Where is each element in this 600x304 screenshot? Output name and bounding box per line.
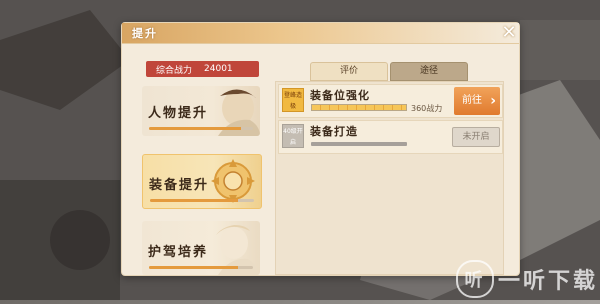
locked-button: 未开启 [452, 127, 500, 147]
close-icon: ✕ [501, 22, 517, 43]
tab-evaluation[interactable]: 评价 [310, 62, 388, 81]
rating-badge: 登峰造极 [282, 88, 304, 112]
goto-label: 前往 [462, 95, 482, 106]
enhance-panel: 提升 ✕ 综合战力 24001 评价 途径 人物提升 装备提升 护驾培养 登峰造… [121, 22, 520, 276]
category-progress [149, 266, 253, 269]
panel-title: 提升 [132, 27, 158, 40]
category-label: 护驾培养 [148, 245, 209, 260]
close-button[interactable]: ✕ [501, 22, 517, 43]
item-progress-fill [312, 105, 406, 110]
category-progress-fill [150, 199, 239, 202]
category-equipment[interactable]: 装备提升 [142, 154, 262, 209]
title-bar: 提升 ✕ [122, 23, 519, 44]
category-label: 装备提升 [149, 178, 210, 193]
category-progress [149, 127, 253, 130]
list-item: 40级开启 装备打造 未开启 [278, 120, 503, 154]
item-progress-bar [311, 104, 407, 111]
watermark-logo: 听 一听下载 [455, 260, 598, 298]
unlock-level-badge: 40级开启 [282, 124, 304, 148]
tab-path[interactable]: 途径 [390, 62, 468, 81]
item-title: 装备打造 [310, 125, 358, 138]
category-progress-fill [149, 127, 241, 130]
combat-power-value: 24001 [204, 64, 233, 74]
combat-power-box: 综合战力 24001 [146, 61, 259, 77]
improvement-list: 登峰造极 装备位强化 360战力 前往 › 40级开启 装备打造 未开启 [275, 81, 504, 275]
item-progress-bar [311, 142, 407, 146]
combat-power-label: 综合战力 [156, 65, 193, 76]
list-item: 登峰造极 装备位强化 360战力 前往 › [278, 84, 503, 118]
goto-button[interactable]: 前往 › [454, 87, 500, 115]
item-power-text: 360战力 [411, 104, 443, 113]
watermark-icon: 听 [455, 260, 494, 298]
category-character[interactable]: 人物提升 [142, 86, 260, 136]
category-progress-fill [149, 266, 239, 269]
category-label: 人物提升 [148, 106, 209, 121]
watermark-text: 一听下载 [497, 269, 598, 294]
chevron-right-icon: › [490, 93, 496, 109]
category-progress [150, 199, 254, 202]
item-title: 装备位强化 [310, 89, 370, 102]
category-escort[interactable]: 护驾培养 [142, 221, 260, 275]
